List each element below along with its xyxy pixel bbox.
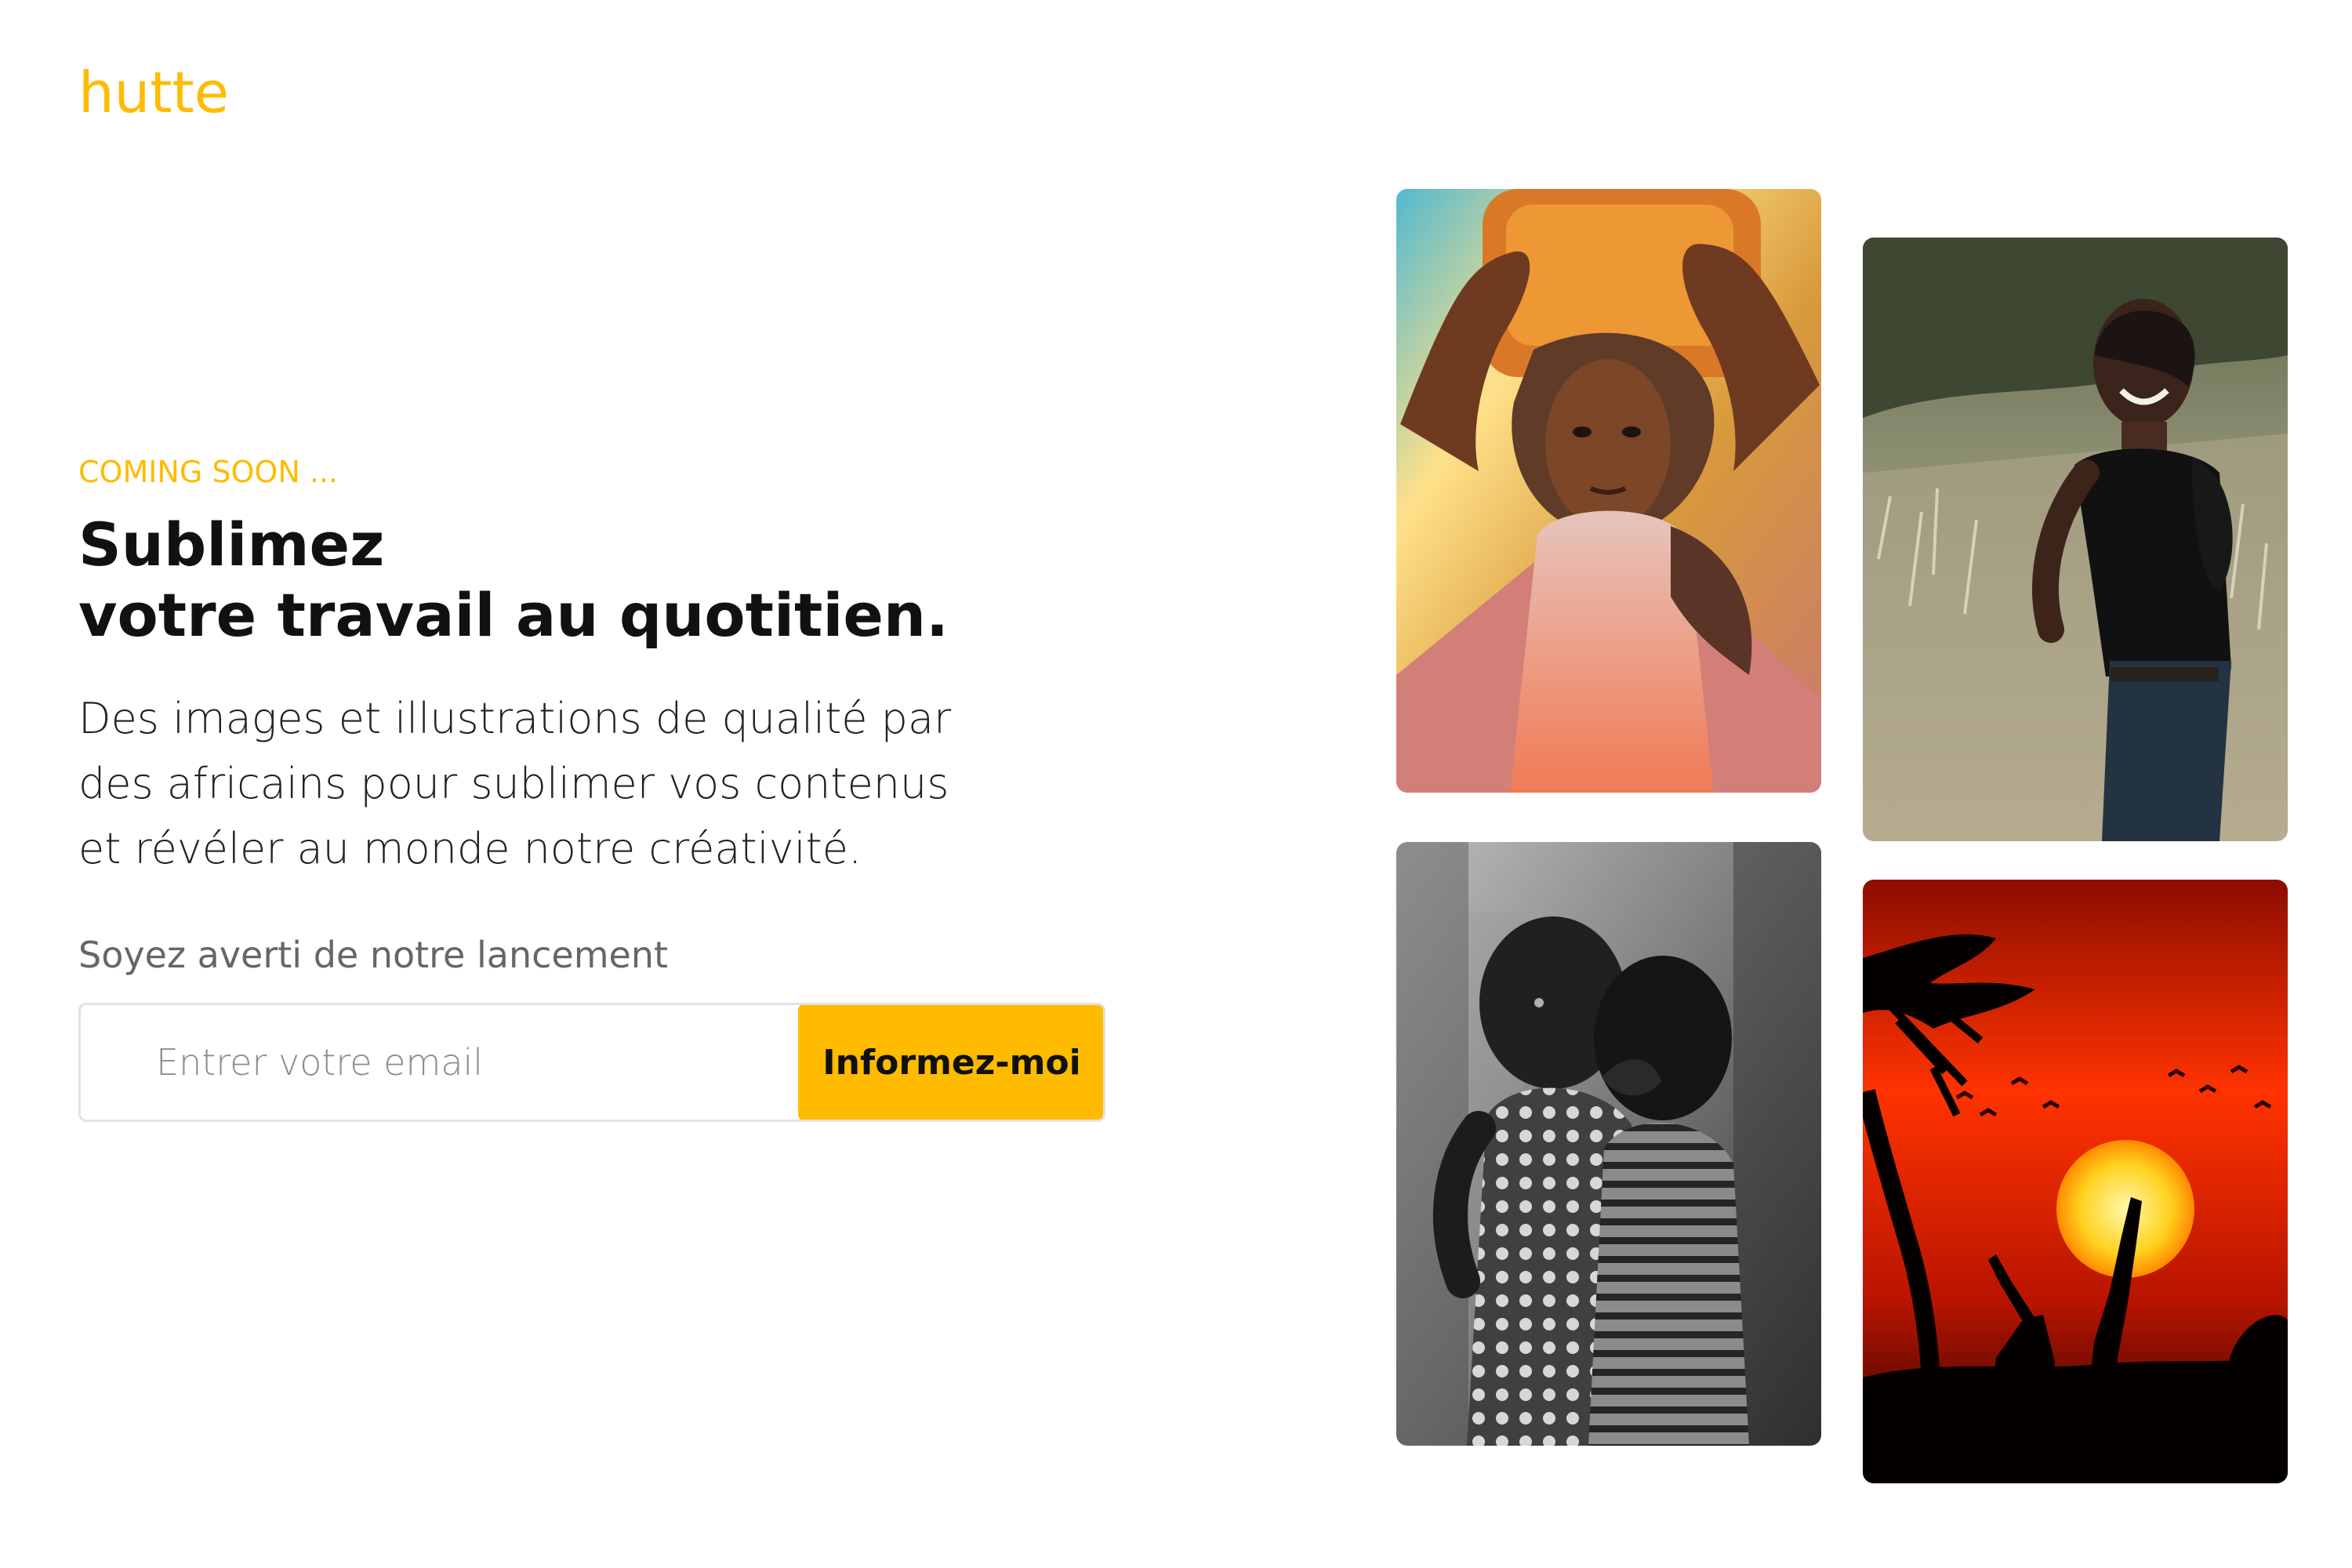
signup-form: Informez-moi — [78, 1003, 1105, 1122]
email-input[interactable] — [81, 1005, 802, 1120]
gallery-photo-children-bw — [1396, 842, 1821, 1446]
coming-soon-label: COMING SOON ... — [78, 455, 339, 489]
brand-logo[interactable]: hutte — [78, 64, 229, 121]
hero-description: Des images et illustrations de qualité p… — [78, 694, 952, 873]
notify-me-button[interactable]: Informez-moi — [798, 1005, 1103, 1120]
notify-label: Soyez averti de notre lancement — [78, 934, 668, 976]
headline-line-2: votre travail au quotitien. — [78, 580, 949, 650]
gallery-photo-giraffes-sunset — [1863, 880, 2288, 1483]
gallery-photo-child-road — [1396, 189, 1821, 793]
gallery-photo-woman-field — [1863, 238, 2288, 841]
headline-line-1: Sublimez — [78, 510, 385, 579]
hero-headline: Sublimez votre travail au quotitien. — [78, 510, 949, 651]
